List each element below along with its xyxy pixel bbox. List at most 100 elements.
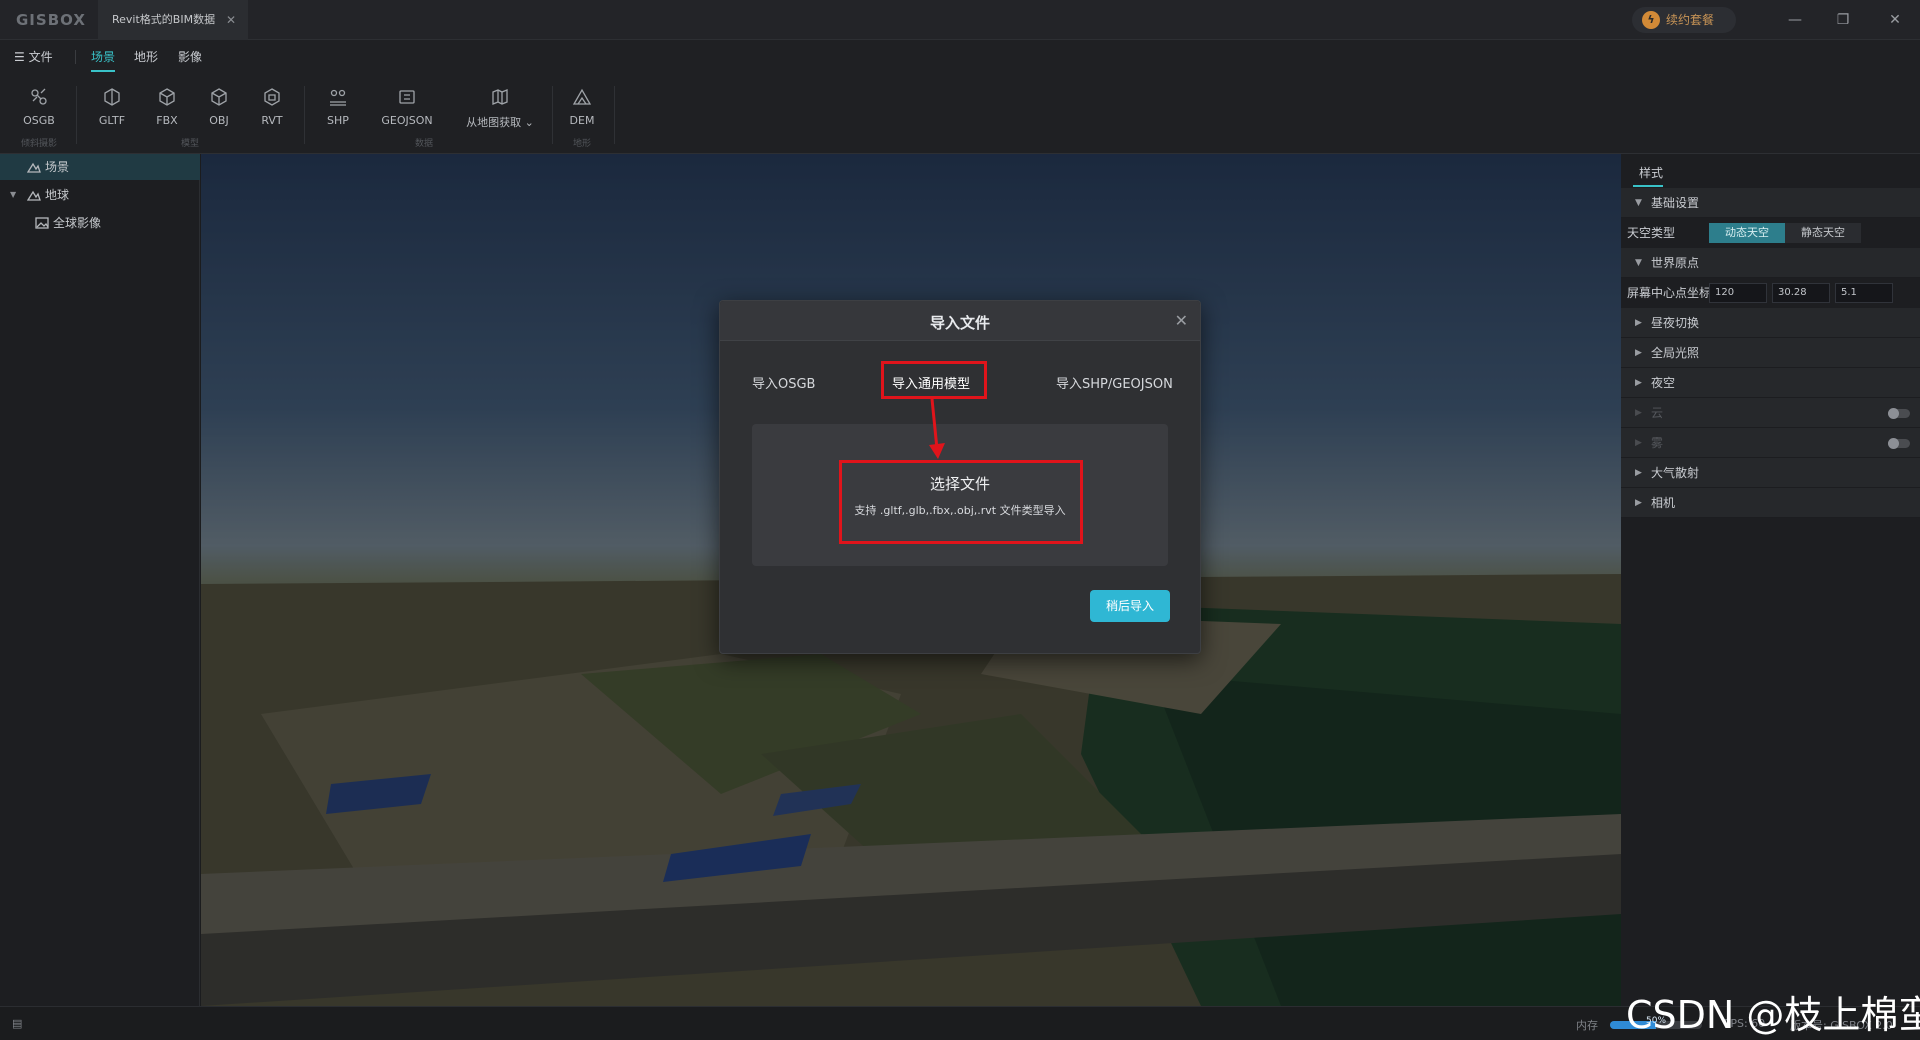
screen-center-label: 屏幕中心点坐标 <box>1627 286 1712 300</box>
menu-divider <box>75 50 76 64</box>
cloud-toggle[interactable] <box>1888 408 1910 419</box>
section-fog[interactable]: ▶ 雾 <box>1621 428 1920 458</box>
toolbar-divider <box>614 86 615 144</box>
highlight-box-tab <box>881 361 987 399</box>
tab-import-shp-geojson[interactable]: 导入SHP/GEOJSON <box>1056 373 1173 392</box>
close-window-icon[interactable]: ✕ <box>1880 8 1910 32</box>
minimize-icon[interactable]: — <box>1780 8 1810 32</box>
hamburger-icon: ☰ <box>14 50 25 64</box>
section-world-origin[interactable]: ▼ 世界原点 <box>1621 248 1920 278</box>
image-icon <box>35 217 49 229</box>
section-global-lighting[interactable]: ▶ 全局光照 <box>1621 338 1920 368</box>
file-menu-label: 文件 <box>28 50 53 64</box>
restore-icon[interactable]: ❐ <box>1828 8 1858 32</box>
sky-type-row: 天空类型 动态天空 静态天空 <box>1621 218 1920 248</box>
caret-right-icon: ▶ <box>1635 468 1642 478</box>
tree-item-earth[interactable]: ▼ 地球 <box>0 182 200 208</box>
shp-button[interactable]: SHP <box>308 86 368 127</box>
shp-icon <box>330 89 346 106</box>
section-atmosphere-label: 大气散射 <box>1651 466 1700 480</box>
tab-style-indicator <box>1633 185 1663 187</box>
rvt-button[interactable]: RVT <box>242 86 302 127</box>
renew-plan-label: 续约套餐 <box>1666 13 1715 27</box>
tab-imagery[interactable]: 影像 <box>178 48 202 65</box>
osgb-button[interactable]: OSGB <box>9 86 69 127</box>
menu-bar: ☰ 文件 场景 地形 影像 <box>0 40 1920 72</box>
dialog-title: 导入文件 <box>929 314 990 332</box>
gltf-label: GLTF <box>98 114 126 127</box>
obj-label: OBJ <box>209 114 229 127</box>
section-atmosphere[interactable]: ▶ 大气散射 <box>1621 458 1920 488</box>
section-cloud-label: 云 <box>1651 406 1664 420</box>
tab-terrain[interactable]: 地形 <box>134 48 158 65</box>
fetch-from-map-dropdown[interactable]: 从地图获取 ⌄ <box>458 86 542 130</box>
tree-item-imagery[interactable]: 全球影像 <box>0 210 200 236</box>
dem-button[interactable]: DEM <box>552 86 612 127</box>
rvt-icon <box>264 88 280 106</box>
section-night-sky-label: 夜空 <box>1651 376 1676 390</box>
group-label-data: 数据 <box>414 139 433 149</box>
section-camera[interactable]: ▶ 相机 <box>1621 488 1920 518</box>
properties-panel: 样式 ▼ 基础设置 天空类型 动态天空 静态天空 ▼ 世界原点 屏幕中心点坐标 … <box>1621 154 1920 1006</box>
sky-type-label: 天空类型 <box>1627 226 1676 240</box>
section-night-sky[interactable]: ▶ 夜空 <box>1621 368 1920 398</box>
geojson-button[interactable]: GEOJSON <box>377 86 437 127</box>
dialog-header: 导入文件 ✕ <box>720 301 1200 341</box>
file-menu[interactable]: ☰ 文件 <box>14 48 53 65</box>
dem-label: DEM <box>569 114 595 127</box>
close-icon[interactable]: ✕ <box>1175 311 1188 330</box>
renew-plan-button[interactable]: ϟ 续约套餐 <box>1632 7 1736 33</box>
ribbon-toolbar: OSGB GLTF FBX OBJ RVT SHP GEOJSON 从地图获取 … <box>0 72 1920 154</box>
section-day-night-label: 昼夜切换 <box>1651 316 1700 330</box>
fbx-icon <box>159 88 175 106</box>
longitude-input[interactable]: 120 <box>1709 283 1767 303</box>
import-later-button[interactable]: 稍后导入 <box>1090 590 1170 622</box>
tree-item-scene-label: 场景 <box>45 160 70 174</box>
fbx-button[interactable]: FBX <box>137 86 197 127</box>
fog-toggle[interactable] <box>1888 438 1910 449</box>
gltf-button[interactable]: GLTF <box>82 86 142 127</box>
map-fetch-icon <box>492 89 508 105</box>
section-world-origin-label: 世界原点 <box>1651 256 1700 270</box>
dem-icon <box>572 88 592 105</box>
tree-item-earth-label: 地球 <box>45 188 70 202</box>
mountain-icon <box>27 190 41 201</box>
caret-right-icon: ▶ <box>1635 348 1642 358</box>
toolbar-divider <box>76 86 77 144</box>
section-basic-settings[interactable]: ▼ 基础设置 <box>1621 188 1920 218</box>
document-tab-label: Revit格式的BIM数据 <box>112 13 216 26</box>
tab-style[interactable]: 样式 <box>1639 164 1663 181</box>
tree-item-scene[interactable]: 场景 <box>0 154 200 180</box>
caret-down-icon: ▼ <box>1635 258 1642 268</box>
caret-down-icon[interactable]: ▼ <box>10 182 16 208</box>
tab-import-osgb[interactable]: 导入OSGB <box>752 373 815 392</box>
close-tab-icon[interactable]: ✕ <box>226 0 236 40</box>
latitude-input[interactable]: 30.28 <box>1772 283 1830 303</box>
obj-button[interactable]: OBJ <box>189 86 249 127</box>
caret-right-icon: ▶ <box>1635 438 1642 448</box>
height-input[interactable]: 5.1 <box>1835 283 1893 303</box>
tree-item-imagery-label: 全球影像 <box>53 216 102 230</box>
geojson-label: GEOJSON <box>381 114 433 127</box>
section-cloud[interactable]: ▶ 云 <box>1621 398 1920 428</box>
sky-option-dynamic[interactable]: 动态天空 <box>1709 223 1785 243</box>
document-tab[interactable]: Revit格式的BIM数据 ✕ <box>98 0 248 40</box>
lightning-icon: ϟ <box>1642 11 1660 29</box>
sky-option-static[interactable]: 静态天空 <box>1785 223 1861 243</box>
memory-label: 内存 <box>1576 1019 1598 1032</box>
fetch-from-map-label: 从地图获取 <box>466 116 522 129</box>
chevron-down-icon: ⌄ <box>524 116 534 129</box>
osgb-icon <box>31 88 47 105</box>
tab-scene[interactable]: 场景 <box>91 48 116 72</box>
group-label-terrain: 地形 <box>572 139 591 149</box>
import-file-dialog: 导入文件 ✕ 导入OSGB 导入通用模型 导入SHP/GEOJSON 选择文件 … <box>719 300 1201 654</box>
scene-tree-panel: 场景 ▼ 地球 全球影像 <box>0 154 200 1006</box>
section-day-night[interactable]: ▶ 昼夜切换 <box>1621 308 1920 338</box>
rvt-label: RVT <box>261 114 283 127</box>
section-camera-label: 相机 <box>1651 496 1676 510</box>
csdn-watermark: CSDN @枝上棉蛮 <box>1626 993 1920 1037</box>
fbx-label: FBX <box>156 114 178 127</box>
log-icon[interactable]: ▤ <box>12 1017 22 1030</box>
gltf-icon <box>104 88 120 106</box>
caret-right-icon: ▶ <box>1635 408 1642 418</box>
